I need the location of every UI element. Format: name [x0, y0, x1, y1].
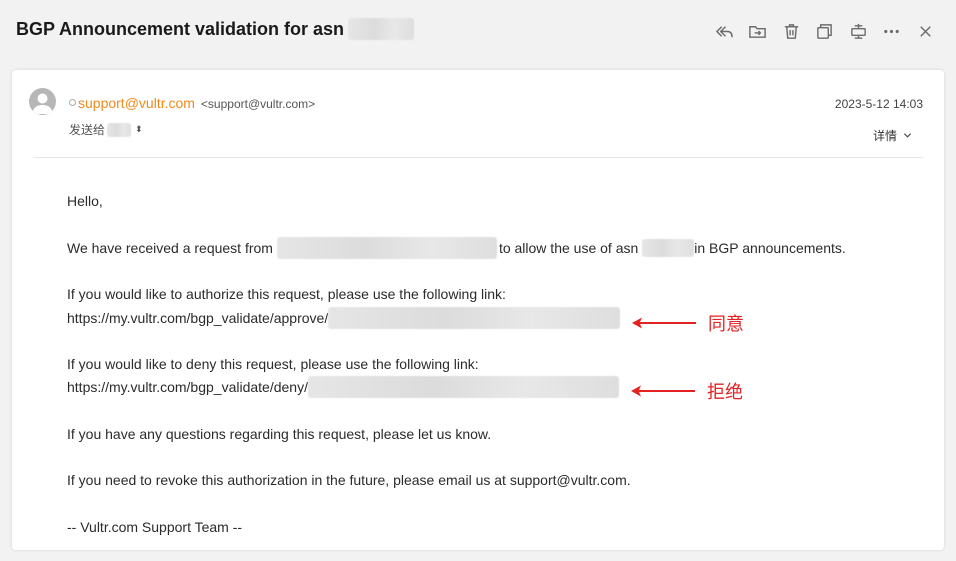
status-dot-icon [69, 98, 76, 106]
sender-name[interactable]: support@vultr.com [78, 95, 195, 111]
agree-label: 同意 [708, 314, 744, 334]
delete-button[interactable] [775, 20, 809, 42]
email-toolbar [708, 20, 943, 42]
close-button[interactable] [909, 20, 943, 42]
avatar[interactable] [29, 88, 56, 115]
message-date: 2023-5-12 14:03 [834, 97, 923, 111]
more-button[interactable] [875, 20, 909, 42]
print-button[interactable] [842, 20, 876, 42]
deny-link[interactable]: https://my.vultr.com/bgp_validate/deny/ [67, 379, 308, 395]
refuse-annotation: 拒绝 [629, 378, 743, 404]
redacted-deny-token [307, 376, 619, 398]
new-window-icon [817, 23, 833, 39]
signature: -- Vultr.com Support Team -- [67, 519, 243, 535]
header-divider [33, 157, 923, 158]
details-toggle[interactable]: 详情 [873, 127, 912, 144]
redacted-asn [348, 17, 415, 40]
revoke-text: If you need to revoke this authorization… [67, 472, 631, 488]
close-icon [919, 25, 931, 37]
approve-link-row: https://my.vultr.com/bgp_validate/approv… [67, 307, 621, 329]
received-suffix: in BGP announcements. [694, 240, 846, 257]
agree-annotation: 同意 [630, 310, 744, 336]
request-paragraph: We have received a request from to allow … [67, 237, 846, 259]
deny-intro: If you would like to deny this request, … [67, 356, 479, 372]
reply-all-icon [715, 25, 733, 37]
subject-text: BGP Announcement validation for asn [16, 19, 345, 39]
received-middle: to allow the use of asn [498, 240, 639, 257]
email-subject: BGP Announcement validation for asn [16, 17, 415, 40]
deny-link-row: https://my.vultr.com/bgp_validate/deny/ [67, 376, 619, 398]
sender-row: support@vultr.com <support@vultr.com> [69, 95, 315, 113]
to-label: 发送给 [69, 123, 106, 137]
arrow-left-icon [631, 385, 695, 397]
trash-icon [784, 23, 798, 39]
approve-link[interactable]: https://my.vultr.com/bgp_validate/approv… [67, 310, 328, 326]
details-label: 详情 [872, 129, 897, 143]
move-folder-icon [749, 25, 767, 38]
arrow-left-icon [632, 317, 696, 329]
print-icon [850, 23, 866, 39]
redacted-asn-number [642, 239, 695, 257]
reply-all-button[interactable] [708, 20, 742, 42]
redacted-organization [276, 237, 497, 259]
more-icon [884, 29, 900, 33]
email-header-bar: BGP Announcement validation for asn [0, 0, 956, 62]
redacted-recipient [107, 122, 132, 137]
questions-text: If you have any questions regarding this… [67, 426, 492, 442]
email-card: support@vultr.com <support@vultr.com> 202… [12, 70, 944, 550]
user-avatar-icon [32, 93, 53, 114]
chevron-down-icon [903, 133, 912, 138]
move-to-folder-button[interactable] [741, 20, 775, 42]
open-new-window-button[interactable] [808, 20, 842, 42]
expand-recipients-icon: ⬍ [135, 124, 143, 134]
authorize-intro: If you would like to authorize this requ… [67, 286, 506, 302]
redacted-approve-token [328, 307, 621, 329]
greeting: Hello, [67, 193, 103, 209]
received-prefix: We have received a request from [67, 240, 273, 257]
recipient-row[interactable]: 发送给 ⬍ [69, 121, 143, 138]
sender-address: <support@vultr.com> [200, 97, 316, 111]
refuse-label: 拒绝 [707, 382, 743, 402]
